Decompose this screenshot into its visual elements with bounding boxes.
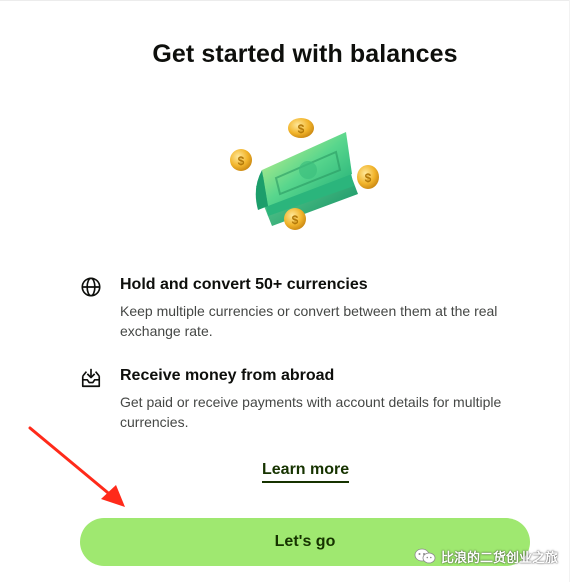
- coin-icon: $: [230, 149, 252, 171]
- learn-more-link[interactable]: Learn more: [262, 461, 350, 483]
- feature-title: Hold and convert 50+ currencies: [120, 276, 368, 293]
- feature-description: Keep multiple currencies or convert betw…: [120, 303, 498, 339]
- coin-icon: $: [284, 208, 306, 230]
- top-divider: [0, 0, 570, 1]
- page-title: Get started with balances: [152, 40, 458, 68]
- svg-text:$: $: [238, 154, 245, 168]
- wechat-icon: [414, 548, 436, 564]
- banknotes-icon: [255, 132, 358, 226]
- globe-icon: [81, 277, 101, 297]
- coin-icon: $: [288, 118, 314, 138]
- inbox-download-icon: [81, 368, 101, 388]
- feature-description: Get paid or receive payments with accoun…: [120, 394, 502, 430]
- svg-text:$: $: [365, 171, 372, 185]
- feature-title: Receive money from abroad: [120, 367, 335, 384]
- svg-text:$: $: [298, 122, 305, 136]
- coin-icon: $: [357, 165, 379, 189]
- svg-text:$: $: [292, 213, 299, 227]
- watermark: 比浪的二货创业之旅: [414, 545, 558, 567]
- watermark-text: 比浪的二货创业之旅: [440, 549, 558, 565]
- money-illustration: $ $ $ $: [230, 118, 379, 230]
